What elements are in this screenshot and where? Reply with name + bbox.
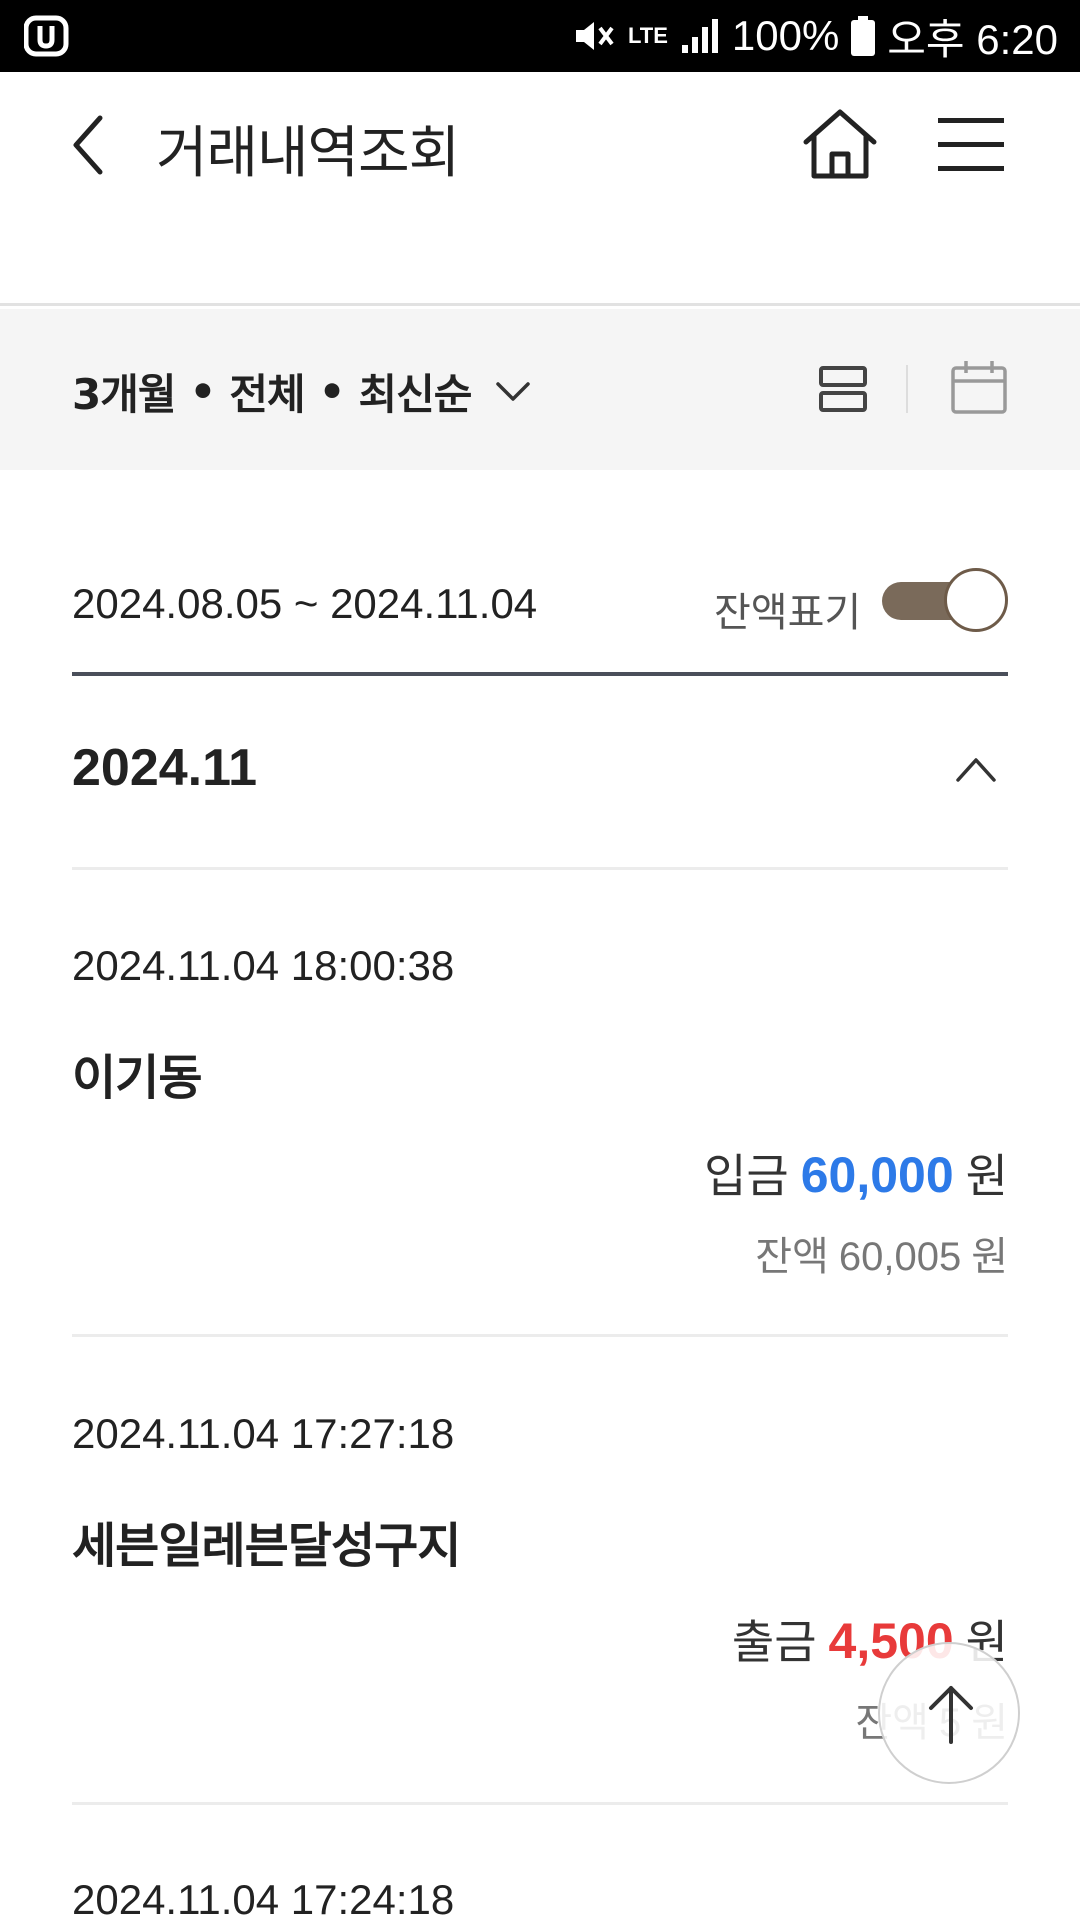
divider xyxy=(72,672,1008,676)
balance-toggle-label: 잔액표기 xyxy=(714,590,862,636)
filter-separator: • xyxy=(189,367,217,416)
transaction-amount: 입금 60,000 원 xyxy=(704,1140,1008,1206)
divider xyxy=(906,365,908,413)
month-group-label: 2024.11 xyxy=(72,739,258,797)
toggle-knob xyxy=(944,568,1008,632)
home-icon[interactable] xyxy=(800,106,880,182)
transaction-name: 이기동 xyxy=(72,1050,202,1106)
balance-toggle[interactable] xyxy=(882,568,1008,632)
app-header: 거래내역조회 xyxy=(0,72,1080,306)
divider xyxy=(72,867,1008,870)
filter-selector[interactable]: 3개월 • 전체 • 최신순 xyxy=(72,361,531,422)
battery-percent: 100% xyxy=(731,12,840,59)
signal-icon xyxy=(681,19,718,53)
network-type: LTE xyxy=(627,23,668,48)
carrier-logo-icon xyxy=(24,15,69,57)
amount-value: 60,000 xyxy=(800,1147,954,1203)
divider xyxy=(72,1802,1008,1805)
menu-icon[interactable] xyxy=(936,114,1006,174)
arrow-up-icon xyxy=(929,1686,973,1744)
chevron-up-icon[interactable] xyxy=(954,754,998,784)
filter-type: 전체 xyxy=(229,370,305,419)
back-arrow-icon[interactable] xyxy=(62,110,122,180)
filter-separator: • xyxy=(318,367,346,416)
battery-icon xyxy=(851,16,876,56)
filter-period: 3개월 xyxy=(72,370,177,419)
date-range: 2024.08.05 ~ 2024.11.04 xyxy=(72,580,538,627)
page-title: 거래내역조회 xyxy=(156,121,460,186)
scroll-to-top-button[interactable] xyxy=(878,1642,1020,1784)
transaction-name: 세븐일레븐달성구지 xyxy=(72,1518,461,1574)
balance-value: 60,005 xyxy=(838,1235,962,1279)
clock: 오후 6:20 xyxy=(887,15,1058,63)
currency-unit: 원 xyxy=(965,1149,1008,1203)
status-bar: LTE 100% 오후 6:20 xyxy=(0,0,1080,72)
balance-label: 잔액 xyxy=(755,1234,829,1280)
transaction-kind: 출금 xyxy=(731,1615,817,1669)
calendar-icon[interactable] xyxy=(950,359,1008,415)
divider xyxy=(72,1334,1008,1337)
list-view-icon[interactable] xyxy=(818,365,868,413)
transaction-balance: 잔액 60,005 원 xyxy=(755,1224,1008,1282)
currency-unit: 원 xyxy=(971,1234,1008,1280)
transaction-datetime: 2024.11.04 17:24:18 xyxy=(72,1876,455,1920)
mute-icon xyxy=(575,22,614,50)
filter-bar: 3개월 • 전체 • 최신순 xyxy=(0,309,1080,470)
chevron-down-icon xyxy=(496,381,531,401)
transaction-kind: 입금 xyxy=(704,1149,789,1203)
transaction-datetime: 2024.11.04 18:00:38 xyxy=(72,942,455,989)
filter-order: 최신순 xyxy=(358,370,473,419)
transaction-datetime: 2024.11.04 17:27:18 xyxy=(72,1410,455,1457)
